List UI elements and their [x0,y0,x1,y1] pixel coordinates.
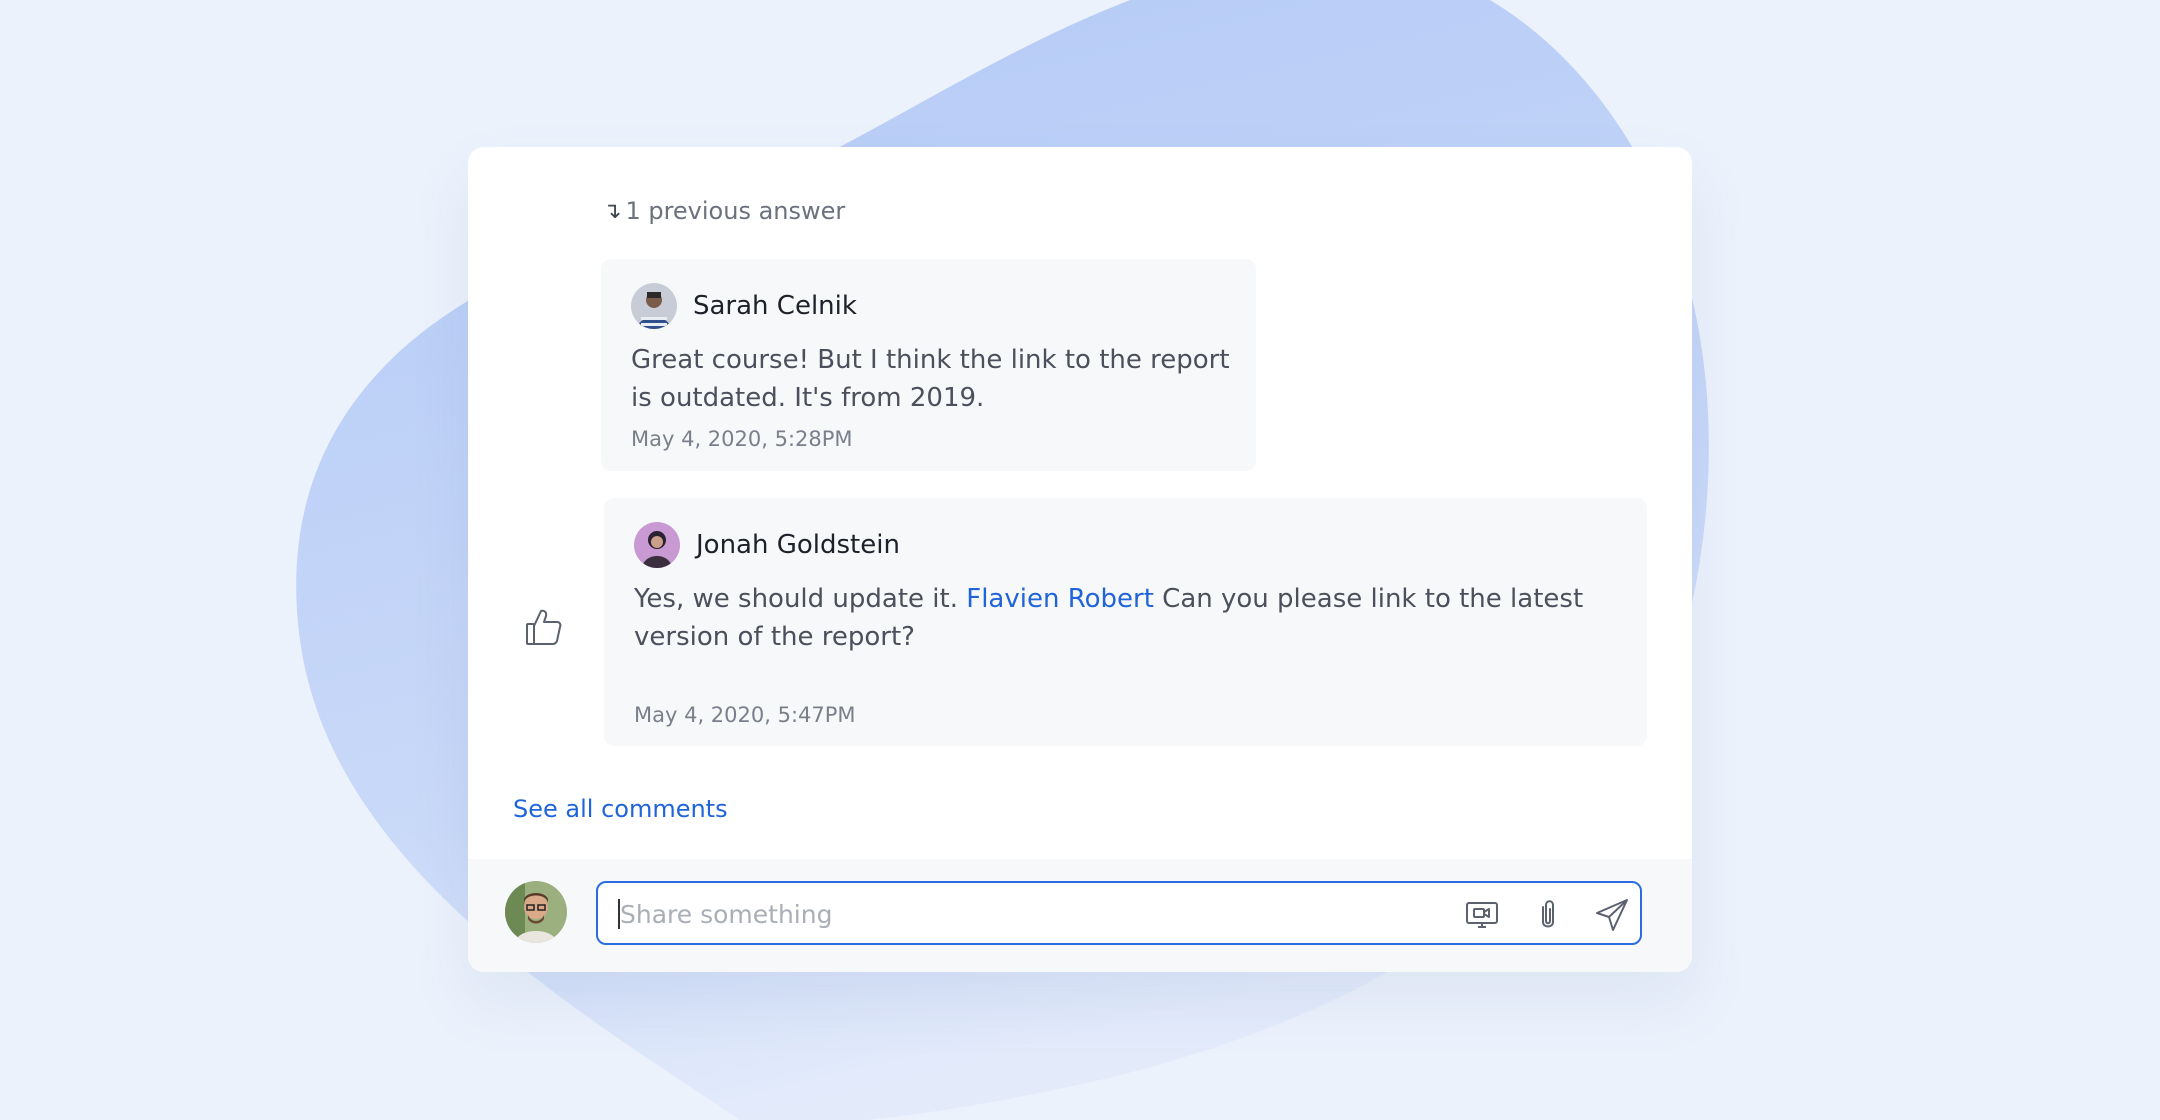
comment-author: Sarah Celnik [631,283,857,329]
user-mention-link[interactable]: Flavien Robert [966,584,1154,614]
share-input-box [596,881,1642,945]
screen-share-icon[interactable] [1464,897,1500,933]
send-icon[interactable] [1594,897,1630,933]
text-caret [618,899,620,929]
comment-card: Sarah Celnik Great course! But I think t… [601,259,1256,471]
comment-composer [468,859,1692,972]
paperclip-icon[interactable] [1530,897,1566,933]
author-name[interactable]: Sarah Celnik [693,291,857,321]
corner-down-right-arrow-icon: ↴ [603,198,622,224]
comment-card: Jonah Goldstein Yes, we should update it… [604,498,1647,746]
share-input[interactable] [618,883,1442,945]
comments-card: ↴ 1 previous answer Sarah Celnik Great c… [468,147,1692,972]
see-all-comments-link[interactable]: See all comments [513,795,728,823]
current-user-avatar[interactable] [505,881,567,943]
author-name[interactable]: Jonah Goldstein [696,530,900,560]
comment-text-part: Yes, we should update it. [634,584,967,614]
previous-answers-label: 1 previous answer [625,197,846,225]
avatar[interactable] [634,522,680,568]
comment-date: May 4, 2020, 5:47PM [634,703,856,727]
previous-answers-link[interactable]: ↴ 1 previous answer [603,197,845,225]
thumbs-up-icon[interactable] [525,607,563,647]
avatar[interactable] [631,283,677,329]
comment-author: Jonah Goldstein [634,522,900,568]
comment-text: Great course! But I think the link to th… [631,345,1230,413]
comment-text: Yes, we should update it. Flavien Robert… [634,580,1634,656]
comment-date: May 4, 2020, 5:28PM [631,427,853,451]
